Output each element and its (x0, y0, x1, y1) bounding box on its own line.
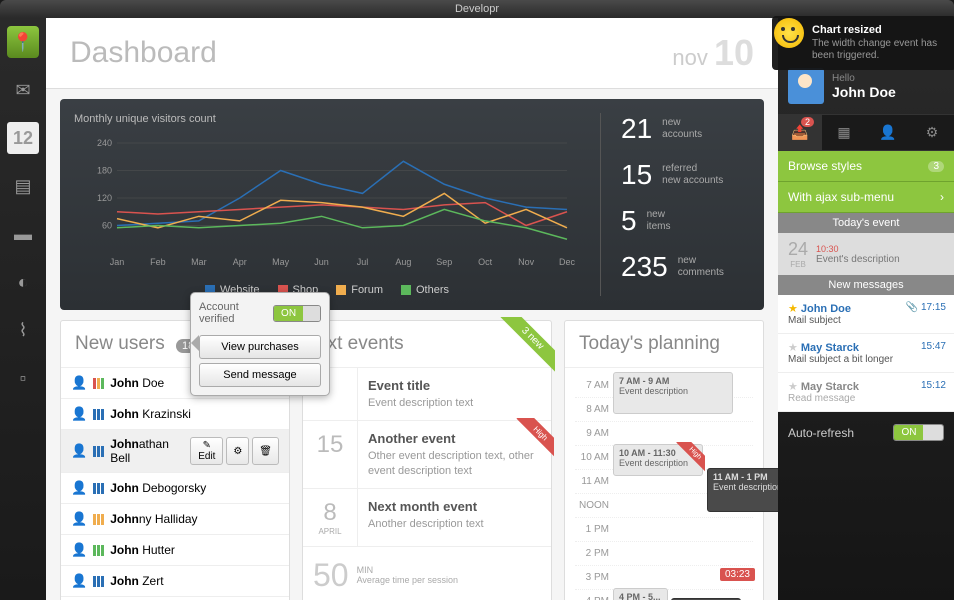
user-row[interactable]: 👤John Hutter (61, 535, 289, 566)
mail-icon[interactable]: ✉ (7, 74, 39, 106)
svg-text:Dec: Dec (559, 257, 576, 267)
time-row: 1 PM (575, 518, 753, 542)
line-chart: 60 120 180 240 Jan Feb Mar Apr May Jun Jul Aug Sep Oc… (74, 133, 580, 273)
legend-item: Others (401, 284, 449, 296)
note-icon[interactable]: ▫ (7, 362, 39, 394)
ajax-submenu[interactable]: With ajax sub-menu› (778, 182, 954, 213)
user-icon: 👤 (71, 375, 87, 391)
verified-toggle[interactable]: ON (273, 305, 321, 322)
plan-event[interactable]: 11 AM - 1 PMEvent description (707, 468, 778, 512)
message-row[interactable]: ★May StarckMail subject a bit longer15:4… (778, 334, 954, 373)
wifi-icon[interactable]: ⌇ (7, 314, 39, 346)
svg-text:Oct: Oct (478, 257, 493, 267)
tab-settings[interactable]: ⚙ (910, 115, 954, 150)
avg-time: 50 MINAverage time per session (303, 547, 551, 600)
plan-event[interactable]: 4 PM - 5...Event d... (613, 588, 668, 600)
svg-text:Aug: Aug (395, 257, 411, 267)
user-icon: 👤 (71, 480, 87, 496)
user-icon: 👤 (71, 573, 87, 589)
event-row[interactable]: High15Another eventOther event descripti… (303, 421, 551, 489)
svg-text:120: 120 (97, 193, 112, 203)
svg-text:Nov: Nov (518, 257, 535, 267)
page-title: Dashboard (70, 36, 217, 70)
svg-text:Mar: Mar (191, 257, 207, 267)
svg-text:Jun: Jun (314, 257, 329, 267)
news-icon[interactable]: ▤ (7, 170, 39, 202)
messages-head: New messages (778, 275, 954, 295)
star-icon[interactable]: ★ (788, 381, 798, 393)
autorefresh-toggle[interactable]: ON (893, 424, 944, 441)
stat-item: 235newcomments (621, 251, 750, 283)
user-row[interactable]: 👤John Krazinski (61, 399, 289, 430)
user-row[interactable]: 👤Johnny Halliday (61, 504, 289, 535)
tray-icon[interactable]: ▬ (7, 218, 39, 250)
chart-title: Monthly unique visitors count (74, 113, 580, 125)
event-row[interactable]: 8APRILNext month eventAnother descriptio… (303, 489, 551, 547)
stat-item: 21newaccounts (621, 113, 750, 145)
notification-toast[interactable]: Chart resizedThe width change event has … (772, 16, 954, 70)
user-icon: 👤 (71, 406, 87, 422)
svg-text:Sep: Sep (436, 257, 452, 267)
stat-item: 5newitems (621, 205, 750, 237)
right-sidebar: Chart resizedThe width change event has … (778, 18, 954, 600)
svg-text:Apr: Apr (233, 257, 247, 267)
time-row: 9 AM (575, 422, 753, 446)
logo-icon[interactable]: 📍 (7, 26, 39, 58)
svg-text:240: 240 (97, 138, 112, 148)
plan-event[interactable]: 7 AM - 9 AMEvent description (613, 372, 733, 414)
legend-item: Forum (336, 284, 383, 296)
left-nav: 📍 ✉ 12 ▤ ▬ ◐ ⌇ ▫ (0, 18, 46, 600)
svg-text:May: May (272, 257, 290, 267)
today-event-head: Today's event (778, 213, 954, 233)
user-row[interactable]: 👤John Zert (61, 566, 289, 597)
message-row[interactable]: ★John DoeMail subject📎 17:15 (778, 295, 954, 334)
delete-button[interactable]: 🗑 (252, 437, 279, 465)
plan-event[interactable]: 10 AM - 11:30Event descriptionHigh (613, 444, 703, 476)
user-popover: Account verified ON View purchases Send … (190, 292, 330, 396)
star-icon[interactable]: ★ (788, 303, 798, 315)
svg-text:Jan: Jan (110, 257, 125, 267)
view-purchases-button[interactable]: View purchases (199, 335, 321, 359)
header-date: nov 10 (672, 32, 754, 74)
browse-styles[interactable]: Browse styles3 (778, 151, 954, 182)
gear-button[interactable]: ⚙ (226, 437, 249, 465)
svg-text:Feb: Feb (150, 257, 166, 267)
today-event[interactable]: 24FEB 10:30Event's description (778, 233, 954, 275)
chart-panel: Monthly unique visitors count 60 120 180 24… (60, 99, 764, 310)
now-indicator: 03:23 (720, 568, 755, 581)
smiley-icon (774, 18, 804, 48)
message-row[interactable]: ★May StarckRead message15:12 (778, 373, 954, 412)
gauge-icon[interactable]: ◐ (7, 266, 39, 298)
svg-text:60: 60 (102, 221, 112, 231)
avatar (788, 68, 824, 104)
user-row[interactable]: 👤Johnathan Bell✎ Edit⚙🗑 (61, 430, 289, 473)
send-message-button[interactable]: Send message (199, 363, 321, 387)
svg-text:180: 180 (97, 166, 112, 176)
tab-inbox[interactable]: 📤2 (778, 115, 822, 150)
stat-item: 15referrednew accounts (621, 159, 750, 191)
calendar-icon[interactable]: 12 (7, 122, 39, 154)
events-panel: 3 new ext events Event titleEvent descri… (302, 320, 552, 600)
time-row: 2 PM (575, 542, 753, 566)
planning-panel: Today's planning 7 AM8 AM9 AM10 AM11 AMN… (564, 320, 764, 600)
user-icon: 👤 (71, 443, 87, 459)
user-icon: 👤 (71, 542, 87, 558)
star-icon[interactable]: ★ (788, 342, 798, 354)
svg-text:Jul: Jul (357, 257, 369, 267)
tab-user[interactable]: 👤 (866, 115, 910, 150)
event-row[interactable]: Event titleEvent description text (303, 368, 551, 421)
edit-button[interactable]: ✎ Edit (190, 437, 223, 465)
user-row[interactable]: 👤John Debogorsky (61, 473, 289, 504)
tab-calendar[interactable]: ▦ (822, 115, 866, 150)
user-icon: 👤 (71, 511, 87, 527)
autorefresh-label: Auto-refresh (788, 426, 854, 440)
